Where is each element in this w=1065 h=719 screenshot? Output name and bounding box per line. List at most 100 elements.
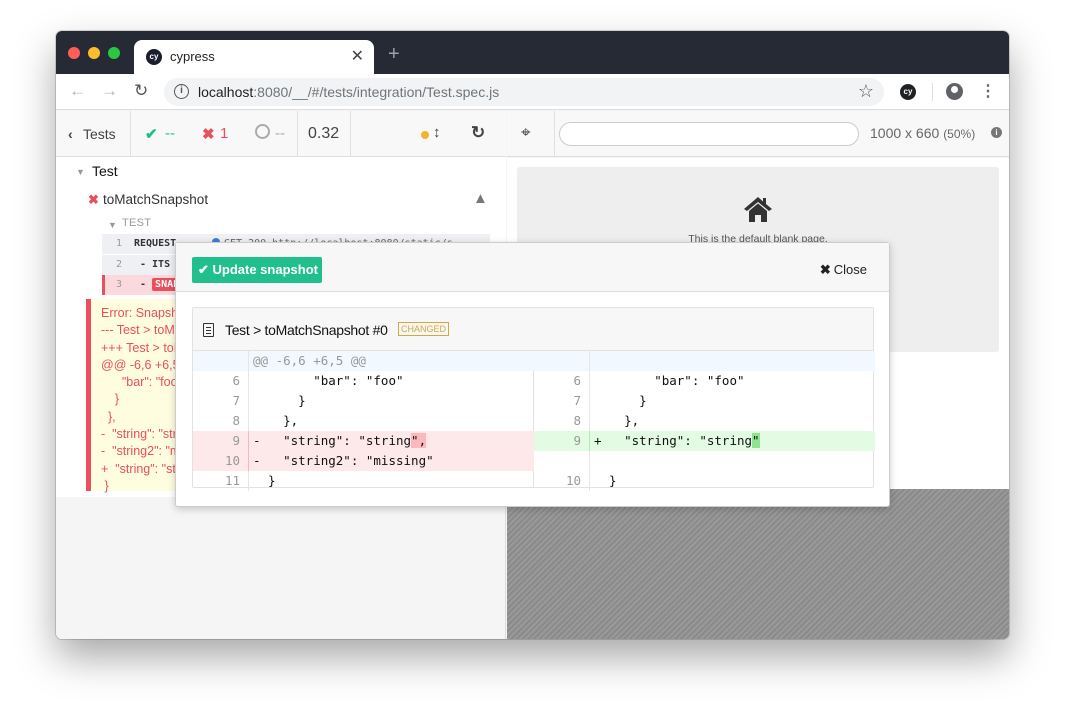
aut-background [507,489,1009,639]
passed-check-icon: ✔ [145,126,158,143]
title-bar: cy cypress ✕ + [56,31,1009,74]
document-icon [203,323,214,337]
tests-label: Tests [83,126,116,142]
toolbar-divider [932,83,933,101]
diff-line: 10 - "string2": "missing" [193,451,534,471]
chevron-left-icon: ‹ [68,126,73,142]
line-number: 6 [193,371,249,391]
update-snapshot-button[interactable]: ✔ Update snapshot [192,257,322,283]
diff-hunk-header [534,351,875,371]
line-number: 7 [193,391,249,411]
snapshot-diff-modal: ✔ Update snapshot ✖ Close Test > toMatchS… [175,242,890,507]
diff-line: 7 } [193,391,534,411]
more-menu-icon[interactable]: ⋮ [980,81,996,101]
diff-right-pane: 6 "bar": "foo" 7 } 8 }, 9 + "string": "strin… [534,351,875,491]
close-button[interactable]: ✖ Close [820,262,867,278]
maximize-window-button[interactable] [108,47,120,59]
command-number: 1 [116,238,123,249]
check-icon: ✔ [198,262,213,277]
test-stats: ✔ -- ✖ 1 -- [131,111,298,157]
line-code: } [594,473,617,488]
tests-back-button[interactable]: ‹ Tests [56,111,131,157]
aut-url-input[interactable] [559,122,859,146]
auto-scroll-toggle-icon[interactable]: ↕ [433,124,441,141]
line-number: 9 [193,431,249,451]
line-code: }, [253,413,299,428]
line-number [534,351,590,371]
diff-line: 6 "bar": "foo" [193,371,534,391]
command-number: 3 [116,279,123,290]
hook-caret-icon[interactable]: ▼ [108,220,117,230]
new-tab-button[interactable]: + [388,43,400,66]
snapshot-title: Test > toMatchSnapshot #0 [225,322,388,338]
back-arrow-icon[interactable]: ← [69,81,86,101]
suite-title[interactable]: Test [92,163,118,179]
site-info-icon[interactable]: i [174,84,189,99]
reporter-controls: ↕ ↻ [351,111,506,157]
line-code: - "string": "string", [253,433,427,448]
line-number: 10 [193,451,249,471]
rerun-icon[interactable]: ↻ [471,123,485,143]
diff-line [534,451,875,471]
divider [554,111,555,157]
snapshot-header: Test > toMatchSnapshot #0 CHANGED [193,308,873,351]
warning-icon: ▲ [473,190,488,207]
close-window-button[interactable] [68,47,80,59]
line-code: @@ -6,6 +6,5 @@ [253,353,366,368]
failed-count: 1 [220,125,229,142]
line-code: "bar": "foo" [594,373,745,388]
viewport-info: 1000 x 660 (50%) [870,125,975,141]
close-label: Close [833,262,867,277]
minimize-window-button[interactable] [88,47,100,59]
info-icon[interactable]: i [991,127,1002,138]
diff-view: @@ -6,6 +6,5 @@ 6 "bar": "foo" 7 } 8 }, 9- "… [193,351,875,491]
line-code: } [594,393,647,408]
test-title[interactable]: toMatchSnapshot [103,192,208,207]
browser-tab[interactable]: cy cypress ✕ [134,40,374,74]
command-number: 2 [116,259,123,270]
line-code: - "string2": "missing" [253,453,434,468]
line-number: 10 [534,471,590,491]
failed-x-icon: ✖ [202,126,215,143]
diff-line: 9 + "string": "string" [534,431,875,451]
diff-hunk-header: @@ -6,6 +6,5 @@ [193,351,534,371]
tab-close-icon[interactable]: ✕ [351,46,364,66]
diff-line: 8 }, [534,411,875,431]
diff-left-pane: @@ -6,6 +6,5 @@ 6 "bar": "foo" 7 } 8 }, 9- "… [193,351,534,491]
bookmark-star-icon[interactable]: ☆ [858,81,874,102]
viewport-size: 1000 x 660 [870,125,940,141]
inline-change-highlight: " [752,433,760,448]
caret-down-icon[interactable]: ▼ [76,167,85,177]
modal-header: ✔ Update snapshot ✖ Close [176,243,889,292]
pending-circle-icon [255,124,270,139]
url-text[interactable]: localhost:8080/__/#/tests/integration/Te… [198,84,499,100]
cypress-extension-icon[interactable]: cy [900,84,916,100]
inline-change-highlight: ", [411,433,427,448]
line-number: 11 [193,471,249,491]
snapshot-card: Test > toMatchSnapshot #0 CHANGED @@ -6,… [192,307,875,491]
line-number: 9 [534,431,590,451]
diff-line: 11 } [193,471,534,491]
cypress-favicon-icon: cy [146,49,162,65]
diff-line: 7 } [534,391,875,411]
profile-avatar-icon[interactable] [946,83,963,100]
line-number: 6 [534,371,590,391]
diff-line: 10 } [534,471,875,491]
line-code: } [253,473,276,488]
url-omnibox[interactable]: i localhost:8080/__/#/tests/integration/… [164,78,884,106]
diff-line: 9 - "string": "string", [193,431,534,451]
line-number: 8 [193,411,249,431]
diff-line: 6 "bar": "foo" [534,371,875,391]
command-name: - ITS [140,259,171,270]
hook-title[interactable]: TEST [122,217,151,229]
selector-playground-crosshair-icon[interactable]: ⌖ [521,123,531,143]
command-name: REQUEST [134,238,177,249]
line-number: 8 [534,411,590,431]
forward-arrow-icon[interactable]: → [101,81,118,101]
reload-icon[interactable]: ↻ [134,81,148,101]
line-code: } [253,393,306,408]
running-indicator-dot [421,131,429,139]
status-badge: CHANGED [398,322,450,336]
